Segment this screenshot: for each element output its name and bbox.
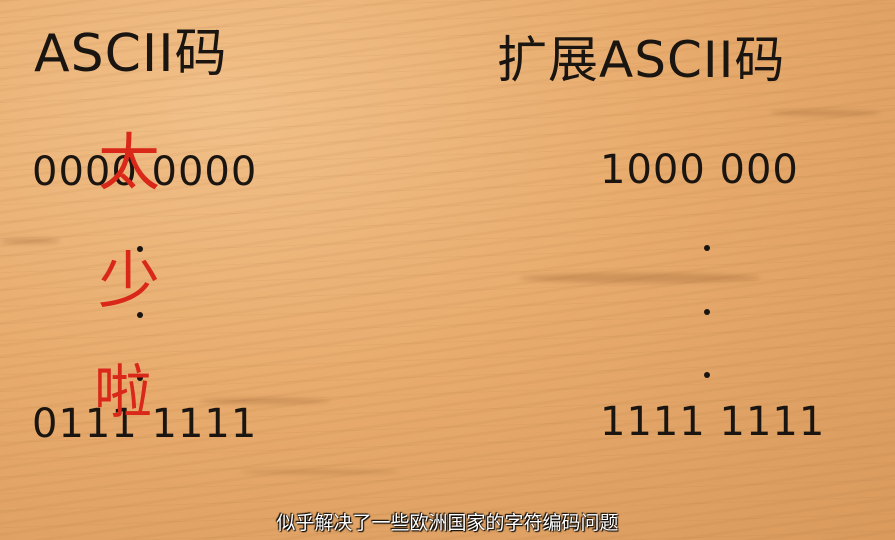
ellipsis-dot xyxy=(704,372,710,378)
wood-grain xyxy=(770,110,880,116)
wood-grain xyxy=(240,470,400,474)
annotation-char-1: 太 xyxy=(98,126,161,199)
annotation-char-3: 啦 xyxy=(94,358,153,426)
video-subtitle: 似乎解决了一些欧洲国家的字符编码问题 xyxy=(276,512,619,534)
ellipsis-dot xyxy=(704,245,710,251)
wood-grain xyxy=(0,238,60,244)
extended-ascii-title: 扩展ASCII码 xyxy=(497,31,786,89)
annotation-char-2: 少 xyxy=(98,244,161,317)
video-frame: ASCII码 扩展ASCII码 0000 0000 0111 1111 1000… xyxy=(0,0,895,540)
extended-last-code: 1111 1111 xyxy=(600,399,826,445)
ellipsis-dot xyxy=(704,309,710,315)
wood-grain xyxy=(520,273,760,283)
ascii-title: ASCII码 xyxy=(34,24,228,84)
extended-first-code: 1000 000 xyxy=(600,147,799,193)
